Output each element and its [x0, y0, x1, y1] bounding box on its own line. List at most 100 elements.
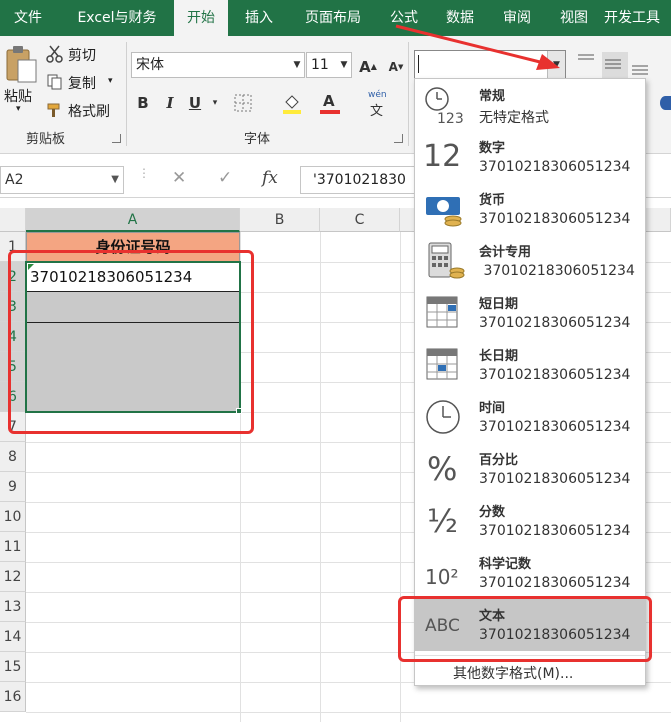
format-sample: 37010218306051234 — [479, 367, 631, 383]
font-name-select[interactable]: 宋体 ▼ — [131, 52, 305, 78]
cancel-icon[interactable]: ✕ — [172, 168, 186, 188]
column-header-c[interactable]: C — [320, 208, 400, 232]
paste-arrow-icon[interactable]: ▾ — [16, 104, 21, 114]
format-item-number[interactable]: 12 数字 37010218306051234 — [415, 131, 645, 183]
chevron-down-icon: ▼ — [340, 60, 348, 70]
format-name: 短日期 — [479, 297, 519, 312]
tab-file[interactable]: 文件 — [0, 0, 56, 36]
name-box[interactable]: A2 ▼ — [0, 166, 124, 194]
format-item-currency[interactable]: 货币 37010218306051234 — [415, 183, 645, 235]
tab-page-layout[interactable]: 页面布局 — [292, 0, 374, 36]
format-sample: 37010218306051234 — [479, 315, 631, 331]
brush-icon — [47, 103, 60, 117]
annotation-highlight-box — [8, 250, 254, 434]
orientation-icon[interactable] — [660, 96, 671, 110]
tab-data[interactable]: 数据 — [434, 0, 486, 36]
format-item-long-date[interactable]: 长日期 37010218306051234 — [415, 339, 645, 391]
format-name: 科学记数 — [479, 557, 532, 572]
tab-review[interactable]: 审阅 — [490, 0, 544, 36]
borders-button[interactable] — [234, 94, 262, 114]
bold-button[interactable]: B — [133, 92, 153, 114]
svg-text:123: 123 — [437, 111, 464, 125]
fraction-icon: ½ — [427, 502, 459, 540]
paint-bucket-icon — [283, 95, 301, 114]
annotation-highlight-box — [398, 596, 652, 662]
cut-button[interactable]: 剪切 — [46, 44, 116, 66]
font-size-select[interactable]: 11 ▼ — [306, 52, 352, 78]
drag-handle-icon[interactable]: ⋮ — [138, 167, 150, 190]
column-header-a[interactable]: A — [26, 208, 240, 232]
format-painter-label: 格式刷 — [68, 104, 110, 120]
format-painter-button[interactable]: 格式刷 — [46, 100, 122, 122]
border-icon — [234, 94, 252, 112]
paste-button[interactable]: 粘贴 ▾ — [2, 44, 40, 120]
clipboard-launcher-icon[interactable] — [112, 134, 121, 143]
chevron-down-icon[interactable]: ▼ — [547, 51, 565, 79]
align-top-icon — [578, 54, 594, 60]
row-header[interactable]: 10 — [0, 502, 26, 532]
tab-view[interactable]: 视图 — [548, 0, 600, 36]
more-number-formats-link[interactable]: 其他数字格式(M)... — [453, 663, 573, 683]
shrink-font-icon: A — [388, 60, 398, 74]
row-header[interactable]: 13 — [0, 592, 26, 622]
number-format-select[interactable]: ▼ — [414, 50, 566, 80]
percent-icon: % — [427, 450, 458, 488]
select-all-corner[interactable] — [0, 208, 26, 232]
chevron-down-icon[interactable]: ▼ — [111, 167, 119, 193]
align-bottom-button[interactable] — [630, 56, 654, 78]
tab-excel-finance[interactable]: Excel与财务 — [62, 0, 172, 36]
underline-button[interactable]: U — [185, 92, 205, 114]
group-divider — [408, 42, 409, 146]
tab-formulas[interactable]: 公式 — [378, 0, 430, 36]
font-color-button[interactable]: A — [320, 92, 352, 116]
align-middle-button[interactable] — [602, 52, 628, 78]
italic-button[interactable]: I — [160, 92, 180, 114]
gridline — [320, 232, 321, 722]
insert-function-icon[interactable]: fx — [262, 168, 278, 188]
row-header[interactable]: 8 — [0, 442, 26, 472]
underline-dropdown-icon[interactable]: ▾ — [205, 92, 225, 114]
format-name: 时间 — [479, 401, 506, 416]
shrink-font-button[interactable]: A▼ — [386, 56, 406, 78]
format-item-fraction[interactable]: ½ 分数 37010218306051234 — [415, 495, 645, 547]
copy-arrow-icon[interactable]: ▾ — [108, 76, 113, 86]
format-item-short-date[interactable]: 短日期 37010218306051234 — [415, 287, 645, 339]
font-launcher-icon[interactable] — [394, 134, 403, 143]
format-sample: 37010218306051234 — [479, 159, 631, 175]
row-header[interactable]: 12 — [0, 562, 26, 592]
paste-icon — [6, 46, 37, 83]
enter-icon[interactable]: ✓ — [218, 168, 232, 188]
format-item-general[interactable]: 123 常规 无特定格式 — [415, 79, 645, 131]
tab-insert[interactable]: 插入 — [232, 0, 286, 36]
calculator-icon — [428, 242, 465, 279]
group-divider — [126, 42, 127, 146]
tab-developer[interactable]: 开发工具 — [604, 0, 671, 36]
format-sample: 37010218306051234 — [479, 575, 631, 591]
copy-button[interactable]: 复制 ▾ — [46, 72, 122, 94]
format-name: 会计专用 — [479, 245, 532, 260]
formula-input[interactable]: '3701021830 — [300, 166, 420, 194]
format-sample: 37010218306051234 — [479, 211, 631, 227]
format-item-scientific[interactable]: 10² 科学记数 37010218306051234 — [415, 547, 645, 599]
name-box-value: A2 — [5, 172, 24, 188]
row-header[interactable]: 16 — [0, 682, 26, 712]
row-header[interactable]: 15 — [0, 652, 26, 682]
grow-font-button[interactable]: A▲ — [358, 56, 378, 78]
currency-icon — [426, 197, 462, 227]
format-sample: 无特定格式 — [479, 110, 549, 126]
format-name: 货币 — [479, 193, 506, 208]
fill-color-button[interactable] — [282, 92, 314, 116]
column-header-b[interactable]: B — [240, 208, 320, 232]
format-item-percent[interactable]: % 百分比 37010218306051234 — [415, 443, 645, 495]
phonetic-button[interactable]: wén 文 — [368, 90, 396, 119]
format-name: 分数 — [479, 505, 506, 520]
format-item-accounting[interactable]: 会计专用 37010218306051234 — [415, 235, 645, 287]
tab-home[interactable]: 开始 — [174, 0, 228, 36]
copy-label: 复制 — [68, 76, 96, 92]
row-header[interactable]: 14 — [0, 622, 26, 652]
align-top-button[interactable] — [576, 52, 600, 72]
format-item-time[interactable]: 时间 37010218306051234 — [415, 391, 645, 443]
format-name: 常规 — [479, 89, 506, 104]
row-header[interactable]: 11 — [0, 532, 26, 562]
row-header[interactable]: 9 — [0, 472, 26, 502]
